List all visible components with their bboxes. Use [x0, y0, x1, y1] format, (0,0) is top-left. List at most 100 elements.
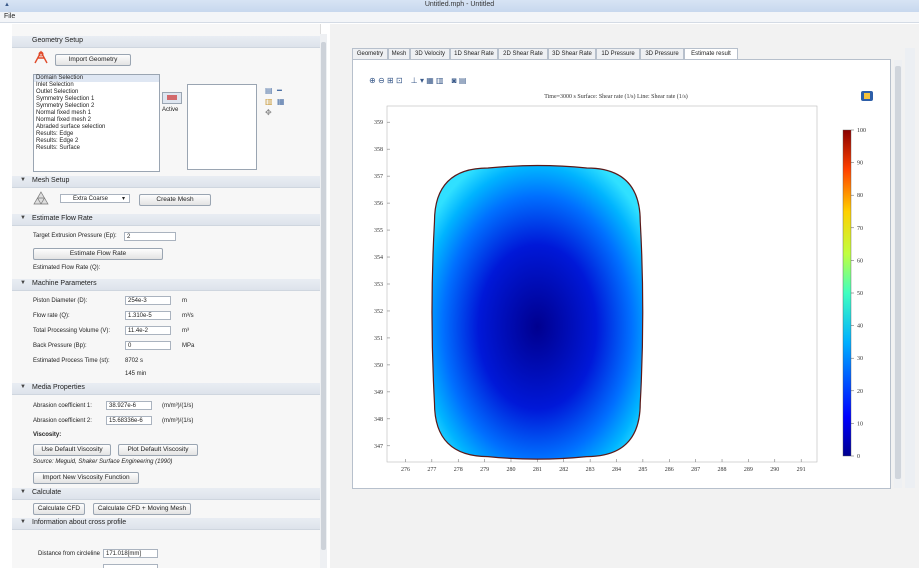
estimate-flow-button[interactable]: Estimate Flow Rate	[33, 248, 163, 260]
use-default-viscosity-button[interactable]: Use Default Viscosity	[33, 444, 111, 456]
abrasion-coef1-input[interactable]: 38.927e-6	[106, 401, 152, 410]
active-toggle-icon[interactable]	[162, 92, 182, 104]
selection-list-item[interactable]: Symmetry Selection 2	[34, 103, 159, 110]
y-tick-label: 347	[374, 444, 383, 450]
import-viscosity-button[interactable]: Import New Viscosity Function	[33, 472, 139, 484]
machine-param-input[interactable]: 254e-3	[125, 296, 171, 305]
menu-bar: File	[0, 12, 919, 23]
tab-1d-shear-rate[interactable]: 1D Shear Rate	[450, 48, 498, 59]
mesh-size-select[interactable]: Extra Coarse ▾	[60, 194, 130, 203]
selection-list-item[interactable]: Normal fixed mesh 2	[34, 117, 159, 124]
y-tick-label: 350	[374, 363, 383, 369]
layout-icon[interactable]: ▥	[436, 76, 444, 85]
plot-toolbar: ⊕ ⊖ ⊞ ⊡ ⊥ ▾ ▦ ▥ ◙ ▤	[369, 76, 466, 86]
media-header[interactable]: ▼ Media Properties	[12, 383, 320, 395]
mesh-icon	[33, 191, 49, 205]
selection-list-item[interactable]: Inlet Selection	[34, 82, 159, 89]
machine-param-input[interactable]: 0	[125, 341, 171, 350]
collapse-icon: ▼	[20, 177, 26, 183]
tab-3d-velocity[interactable]: 3D Velocity	[410, 48, 450, 59]
tab-mesh[interactable]: Mesh	[388, 48, 410, 59]
y-tick-label: 353	[374, 282, 383, 288]
axis-orientation-icon[interactable]: ⊥	[411, 76, 418, 85]
distance-input[interactable]: 171.018[mm]	[103, 549, 158, 558]
tab-3d-shear-rate[interactable]: 3D Shear Rate	[548, 48, 596, 59]
colorbar-tick-label: 70	[857, 226, 863, 232]
zoom-in-icon[interactable]: ⊕	[369, 76, 376, 85]
machine-param-unit: m	[182, 298, 187, 304]
selection-list-item[interactable]: Results: Surface	[34, 145, 159, 152]
x-tick-label: 290	[770, 467, 779, 473]
y-tick-label: 352	[374, 309, 383, 315]
selection-list-item[interactable]: Results: Edge 2	[34, 138, 159, 145]
move-icon[interactable]: ✥	[265, 108, 272, 117]
selection-list-item[interactable]: Symmetry Selection 1	[34, 96, 159, 103]
x-tick-label: 283	[586, 467, 595, 473]
plot-scrollbar-thumb[interactable]	[895, 66, 901, 479]
zoom-box-icon[interactable]: ⊞	[387, 76, 394, 85]
grid-icon[interactable]: ▦	[426, 76, 434, 85]
selection-list-item[interactable]: Abraded surface selection	[34, 124, 159, 131]
collapse-icon: ▼	[20, 489, 26, 495]
geometry-setup-header[interactable]: Geometry Setup	[12, 36, 320, 48]
zoom-extents-icon[interactable]: ⊡	[396, 76, 403, 85]
cross-profile-header[interactable]: ▼ Information about cross profile	[12, 518, 320, 530]
y-tick-label: 348	[374, 417, 383, 423]
cross-section-surface	[431, 164, 644, 460]
machine-param-input[interactable]: 11.4e-2	[125, 326, 171, 335]
menu-file[interactable]: File	[4, 13, 15, 20]
zoom-out-icon[interactable]: ⊖	[378, 76, 385, 85]
calculate-cfd-mesh-button[interactable]: Calculate CFD + Moving Mesh	[93, 503, 191, 515]
active-label: Active	[162, 107, 179, 113]
y-tick-label: 359	[374, 120, 383, 126]
tab-1d-pressure[interactable]: 1D Pressure	[596, 48, 640, 59]
y-tick-label: 354	[374, 255, 383, 261]
abrasion-coef2-unit: (m/m³)/(1/s)	[162, 418, 194, 424]
shear-rate-plot: Time=3000 s Surface: Shear rate (1/s) Li…	[374, 93, 866, 473]
mesh-setup-header[interactable]: ▼ Mesh Setup	[12, 176, 320, 188]
viscosity-label: Viscosity:	[33, 432, 62, 438]
tab-3d-pressure[interactable]: 3D Pressure	[640, 48, 684, 59]
colorbar-tick-label: 0	[857, 454, 860, 460]
x-tick-label: 279	[480, 467, 489, 473]
remove-icon[interactable]: ━	[277, 86, 282, 95]
next-input[interactable]	[103, 564, 158, 568]
machine-param-input[interactable]: 1.310e-5	[125, 311, 171, 320]
x-tick-label: 282	[559, 467, 568, 473]
left-scrollbar-thumb[interactable]	[321, 42, 326, 550]
import-geometry-button[interactable]: Import Geometry	[55, 54, 131, 66]
plot-scrollbar[interactable]	[894, 60, 902, 488]
abrasion-coef2-input[interactable]: 15.68336e-6	[106, 416, 152, 425]
process-time-seconds: 8702 s	[125, 358, 144, 364]
tab-2d-shear-rate[interactable]: 2D Shear Rate	[498, 48, 548, 59]
flow-rate-header[interactable]: ▼ Estimate Flow Rate	[12, 214, 320, 226]
machine-param-unit: MPa	[182, 343, 195, 349]
selection-list-item[interactable]: Normal fixed mesh 1	[34, 110, 159, 117]
calculate-cfd-button[interactable]: Calculate CFD	[33, 503, 85, 515]
selection-list-item[interactable]: Domain Selection	[34, 75, 159, 82]
colorbar-tick-label: 10	[857, 421, 863, 427]
create-mesh-button[interactable]: Create Mesh	[139, 194, 211, 206]
colorbar	[842, 129, 852, 457]
copy-icon[interactable]: ▥	[265, 97, 273, 106]
selection-list[interactable]: Domain Selection Inlet Selection Outlet Se…	[33, 74, 160, 172]
camera-icon[interactable]: ◙	[452, 76, 457, 85]
right-scrollbar[interactable]	[905, 48, 915, 488]
active-selection-box[interactable]	[187, 84, 257, 170]
print-icon[interactable]: ▤	[459, 76, 467, 85]
tab-geometry[interactable]: Geometry	[352, 48, 388, 59]
machine-param-label: Piston Diameter (D):	[33, 298, 88, 304]
colorbar-tick-label: 40	[857, 324, 863, 330]
target-pressure-input[interactable]: 2	[124, 232, 176, 241]
left-scrollbar[interactable]	[320, 34, 327, 568]
x-tick-label: 280	[506, 467, 515, 473]
process-time-label: Estimated Process Time (st):	[33, 358, 110, 364]
chevron-down-icon[interactable]: ▾	[420, 76, 424, 85]
select-icon[interactable]: ▦	[277, 97, 285, 106]
selection-list-item[interactable]: Results: Edge	[34, 131, 159, 138]
add-icon[interactable]: ▤	[265, 86, 273, 95]
plot-default-viscosity-button[interactable]: Plot Default Viscosity	[118, 444, 198, 456]
machine-header[interactable]: ▼ Machine Parameters	[12, 279, 320, 291]
calculate-header[interactable]: ▼ Calculate	[12, 488, 320, 500]
selection-list-item[interactable]: Outlet Selection	[34, 89, 159, 96]
